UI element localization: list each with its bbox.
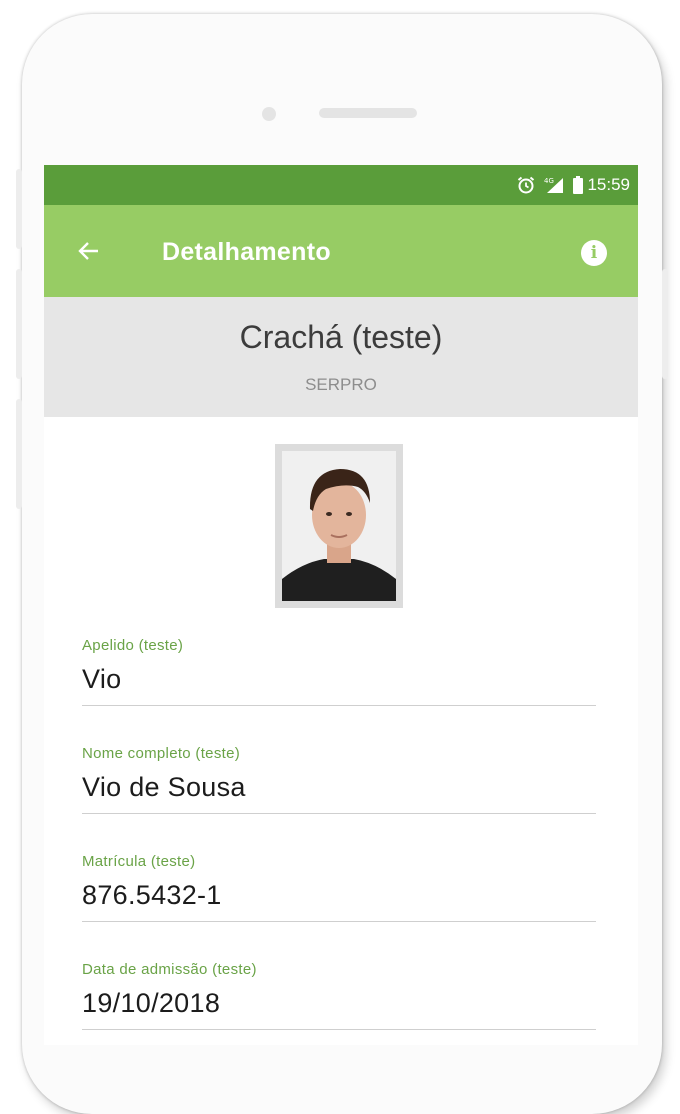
status-time: 15:59 bbox=[587, 175, 630, 194]
arrow-back-icon[interactable] bbox=[76, 238, 102, 264]
svg-text:4G: 4G bbox=[544, 177, 554, 185]
profile-photo bbox=[282, 451, 396, 601]
field-value[interactable]: Vio bbox=[82, 664, 596, 706]
speaker-grille bbox=[319, 108, 417, 118]
phone-side-button bbox=[16, 399, 22, 509]
field-value[interactable]: 876.5432-1 bbox=[82, 880, 596, 922]
field-matricula: Matrícula (teste) 876.5432-1 bbox=[82, 853, 596, 922]
phone-side-button bbox=[16, 169, 22, 249]
organization-label: SERPRO bbox=[305, 375, 377, 394]
badge-title: Crachá (teste) bbox=[239, 319, 443, 355]
field-label: Matrícula (teste) bbox=[82, 853, 196, 870]
battery-icon bbox=[573, 176, 584, 194]
alarm-clock-icon bbox=[517, 176, 535, 194]
phone-side-button bbox=[662, 269, 668, 379]
app-bar: Detalhamento i bbox=[44, 205, 638, 297]
field-value[interactable]: Vio de Sousa bbox=[82, 772, 596, 814]
status-bar: 4G 15:59 bbox=[44, 165, 638, 205]
field-label: Data de admissão (teste) bbox=[82, 961, 257, 978]
phone-side-button bbox=[16, 269, 22, 379]
profile-photo-frame bbox=[275, 444, 403, 608]
field-nome-completo: Nome completo (teste) Vio de Sousa bbox=[82, 745, 596, 814]
signal-4g-icon: 4G bbox=[543, 176, 565, 194]
info-icon[interactable]: i bbox=[581, 240, 607, 266]
field-data-admissao: Data de admissão (teste) 19/10/2018 bbox=[82, 961, 596, 1030]
field-label: Apelido (teste) bbox=[82, 637, 184, 654]
field-label: Nome completo (teste) bbox=[82, 745, 241, 762]
field-value[interactable]: 19/10/2018 bbox=[82, 988, 596, 1030]
field-apelido: Apelido (teste) Vio bbox=[82, 637, 596, 706]
page-title: Detalhamento bbox=[162, 238, 331, 266]
front-camera bbox=[262, 107, 276, 121]
badge-header: Crachá (teste) SERPRO bbox=[44, 297, 638, 417]
app-screen: 4G 15:59 Detalhamento i Crachá (teste) S… bbox=[44, 165, 638, 1045]
